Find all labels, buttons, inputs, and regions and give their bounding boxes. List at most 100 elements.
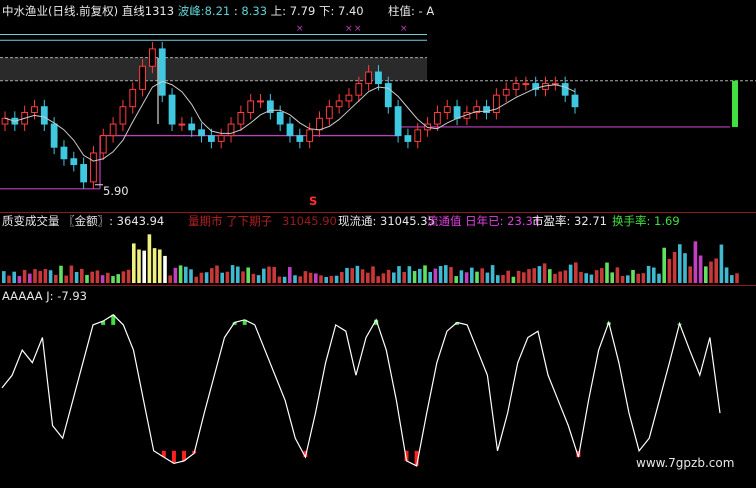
volume-bar	[7, 275, 11, 283]
volume-bar	[314, 273, 318, 283]
candle-body	[316, 117, 323, 131]
volume-bar	[537, 266, 542, 283]
candle-body	[325, 106, 333, 119]
candle-body	[70, 158, 78, 166]
volume-bar	[178, 265, 183, 283]
volume-bar	[641, 273, 646, 283]
volume-bar	[459, 270, 464, 283]
volume-bar	[620, 275, 625, 283]
watermark: www.7gpzb.com	[636, 456, 735, 470]
volume-bar	[579, 271, 583, 283]
candle-body	[149, 48, 156, 67]
volume-bar	[657, 273, 661, 283]
volume-bar	[199, 272, 204, 283]
volume-bar	[594, 270, 599, 283]
up-label: 上: 7.79	[270, 4, 316, 18]
volume-bar	[116, 274, 120, 283]
volume-bar	[548, 269, 552, 283]
candle-body	[31, 106, 38, 113]
volume-bar	[194, 276, 198, 283]
volume-bar	[693, 241, 698, 283]
candle-body	[50, 123, 58, 148]
volume-bar	[95, 270, 100, 283]
volume-bar	[215, 265, 219, 283]
candle-body	[178, 123, 186, 126]
candle-body	[443, 106, 451, 113]
volume-bar	[631, 269, 635, 283]
volume-bar	[267, 266, 271, 283]
volume-bar	[132, 243, 136, 283]
volume-bar	[241, 271, 245, 283]
volume-bar	[412, 271, 417, 283]
candle-body	[139, 65, 146, 90]
volume-bar	[189, 269, 193, 283]
volume-title: 质变成交量	[2, 214, 60, 228]
volume-bar	[236, 266, 240, 283]
volume-bar	[584, 273, 588, 283]
volume-bar	[126, 269, 131, 283]
volume-bar	[516, 270, 521, 283]
candle-body	[188, 123, 196, 131]
volume-bar	[230, 265, 235, 283]
candle-body	[60, 146, 68, 160]
volume-bar	[610, 272, 614, 283]
volume-bar	[298, 276, 302, 283]
volume-bar	[350, 268, 354, 283]
candle-body	[335, 100, 343, 108]
volume-bar	[303, 271, 308, 283]
candle-body	[375, 71, 382, 85]
volume-bar	[28, 273, 32, 283]
volume-bar	[220, 272, 224, 283]
volume-bar	[282, 276, 287, 283]
volume-bar	[277, 276, 282, 283]
wave-label: 波峰:	[177, 4, 205, 18]
volume-bar	[210, 268, 214, 283]
pillar-label: 柱值: - A	[388, 4, 435, 18]
candle-body	[306, 129, 314, 142]
volume-bar	[251, 273, 256, 283]
candle-body	[90, 152, 97, 183]
volume-bar	[137, 249, 141, 283]
volume-bar	[59, 265, 63, 283]
obscured-text-5: 市盈率: 32.71	[532, 214, 607, 228]
candle-body	[119, 106, 127, 125]
volume-bar	[626, 275, 630, 283]
volume-bar	[532, 268, 536, 283]
volume-bar	[730, 275, 734, 283]
candle-body	[355, 83, 363, 96]
volume-bar	[542, 263, 547, 283]
candle-body	[453, 106, 461, 119]
volume-bar	[376, 276, 380, 283]
volume-bar	[121, 271, 126, 283]
volume-bar	[43, 268, 48, 283]
obscured-text-2: 31045.90	[282, 214, 337, 228]
volume-bar	[589, 274, 594, 283]
volume-bar	[329, 275, 334, 283]
volume-bar	[407, 266, 412, 283]
candle-body	[109, 123, 117, 137]
price-chart[interactable]: × × × ×	[0, 0, 756, 212]
candle-body	[237, 112, 245, 125]
candle-body	[257, 100, 264, 103]
volume-bar	[262, 268, 266, 283]
candle-body	[365, 71, 373, 85]
volume-bar	[334, 275, 339, 283]
volume-bar	[714, 258, 718, 283]
candle-body	[276, 112, 284, 125]
obscured-text-3: 现流通: 31045.35	[338, 214, 435, 228]
candle-body	[571, 94, 579, 108]
top-marker: ×	[345, 24, 353, 34]
volume-bar	[470, 267, 474, 283]
volume-bar	[340, 272, 344, 283]
volume-bar	[392, 272, 396, 283]
volume-bar	[568, 264, 573, 283]
candle-body	[296, 135, 304, 142]
candle-body	[40, 106, 48, 125]
volume-bar	[709, 261, 713, 283]
volume-bar	[605, 262, 609, 283]
volume-bar	[490, 265, 495, 283]
volume-bar	[184, 266, 188, 283]
volume-bar	[111, 276, 115, 283]
volume-bar	[64, 275, 68, 283]
candle-body	[404, 135, 412, 142]
